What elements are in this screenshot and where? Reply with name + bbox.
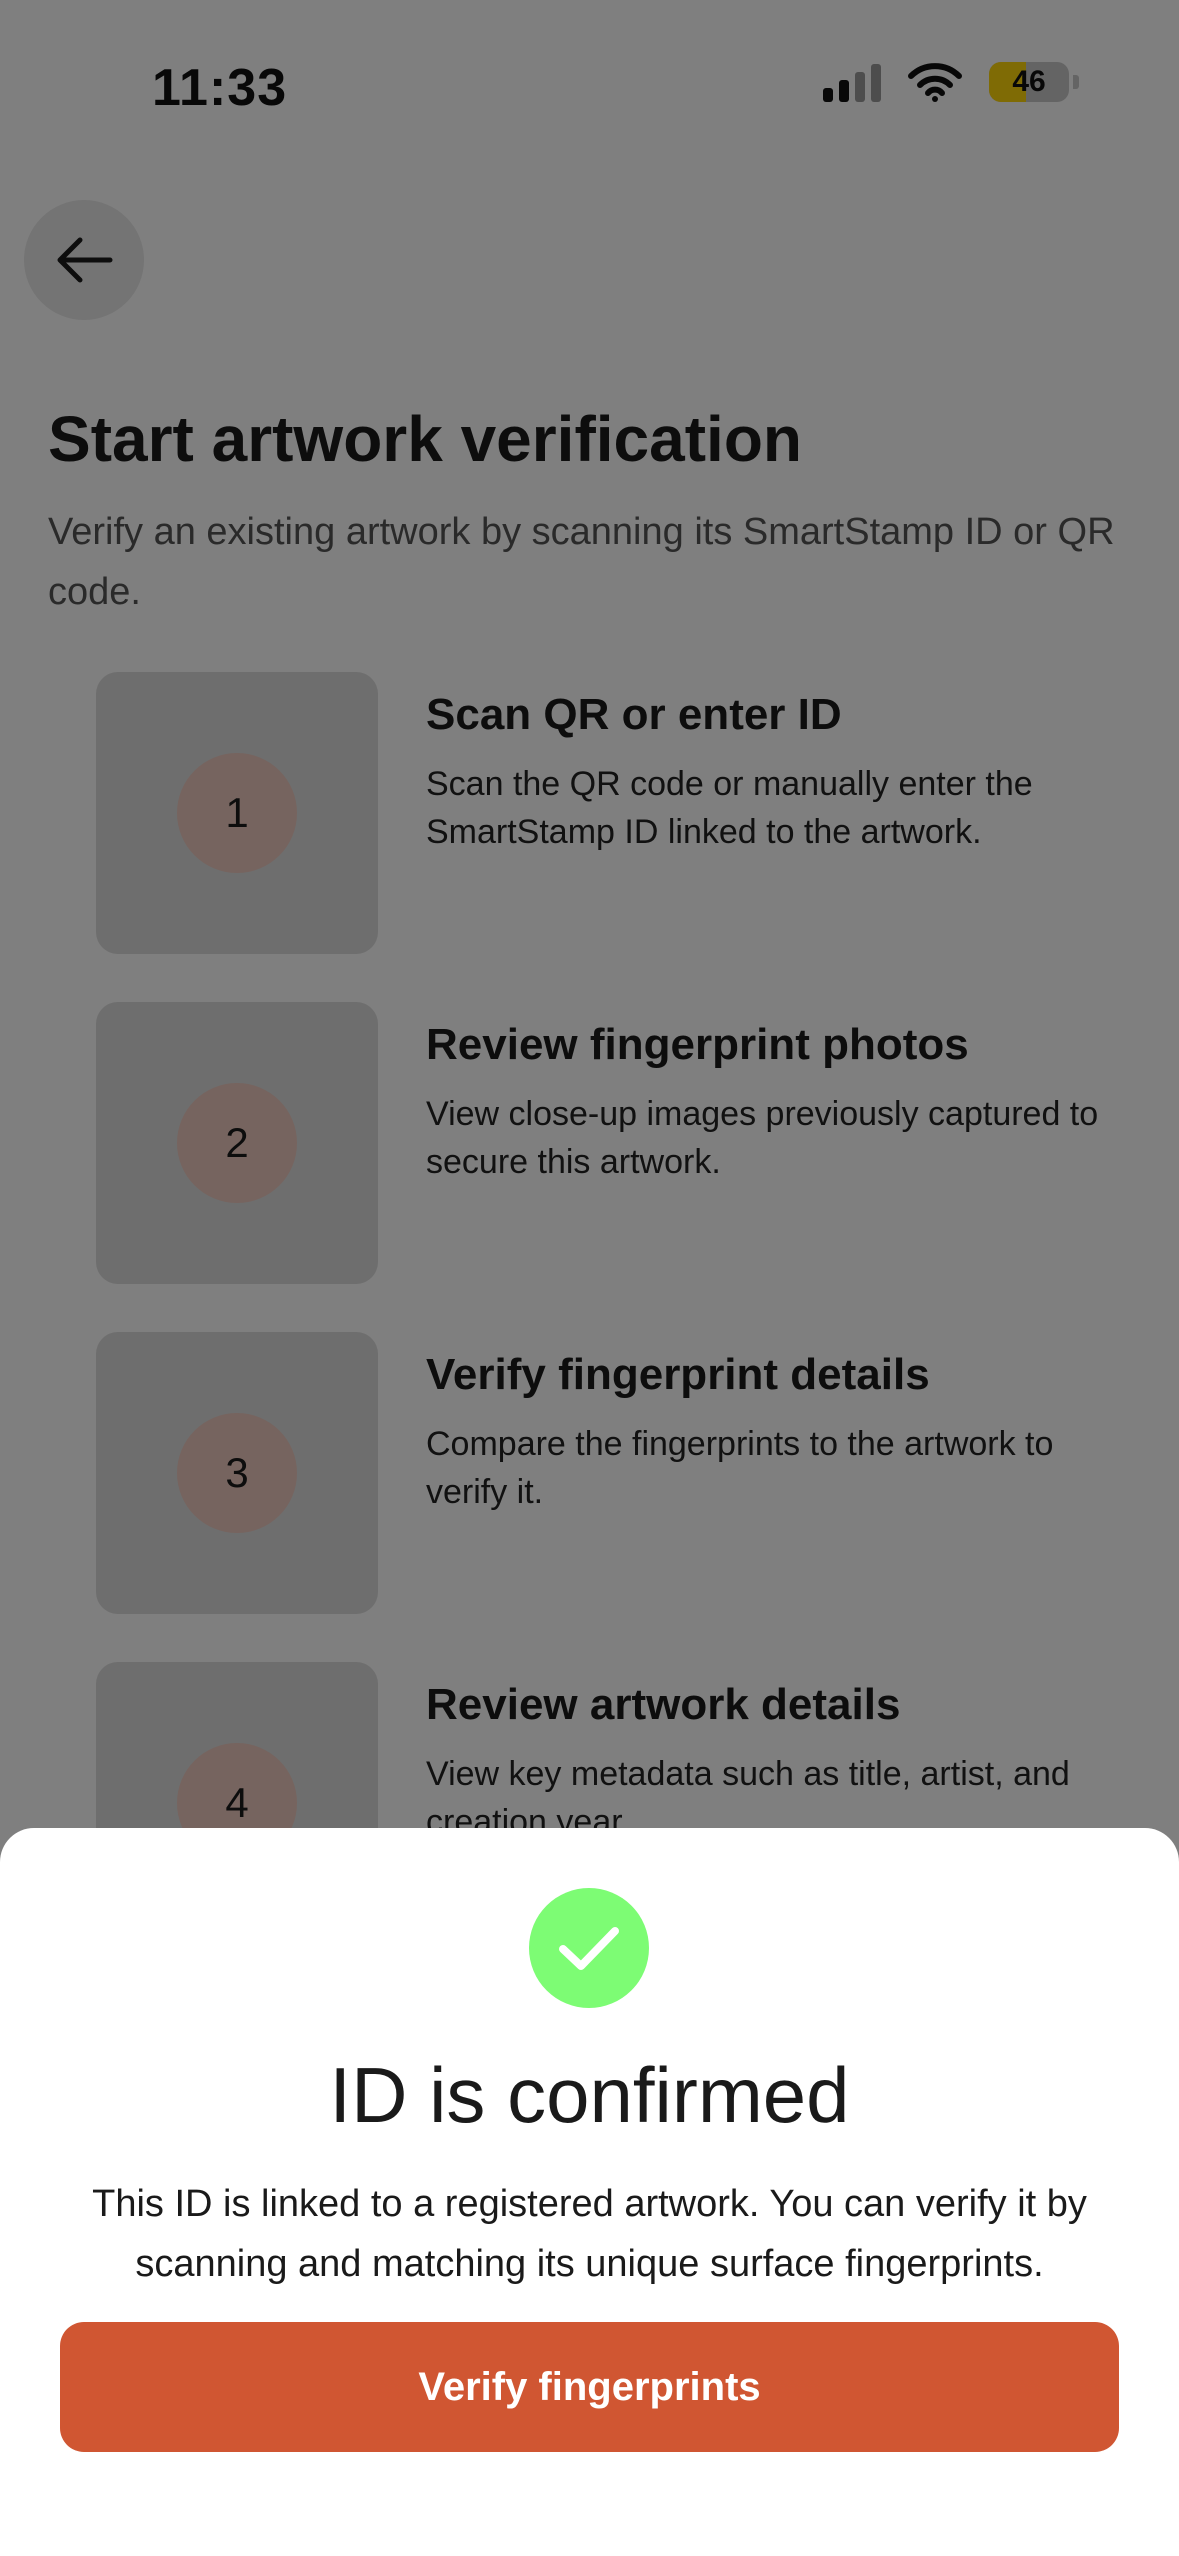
sheet-title: ID is confirmed [329, 2051, 850, 2139]
sheet-description: This ID is linked to a registered artwor… [92, 2183, 1087, 2285]
confirmation-sheet: ID is confirmed This ID is linked to a r… [0, 1828, 1179, 2556]
verify-fingerprints-button[interactable]: Verify fingerprints [60, 2322, 1119, 2452]
checkmark-icon [559, 1927, 619, 1970]
success-badge [529, 1888, 649, 2008]
